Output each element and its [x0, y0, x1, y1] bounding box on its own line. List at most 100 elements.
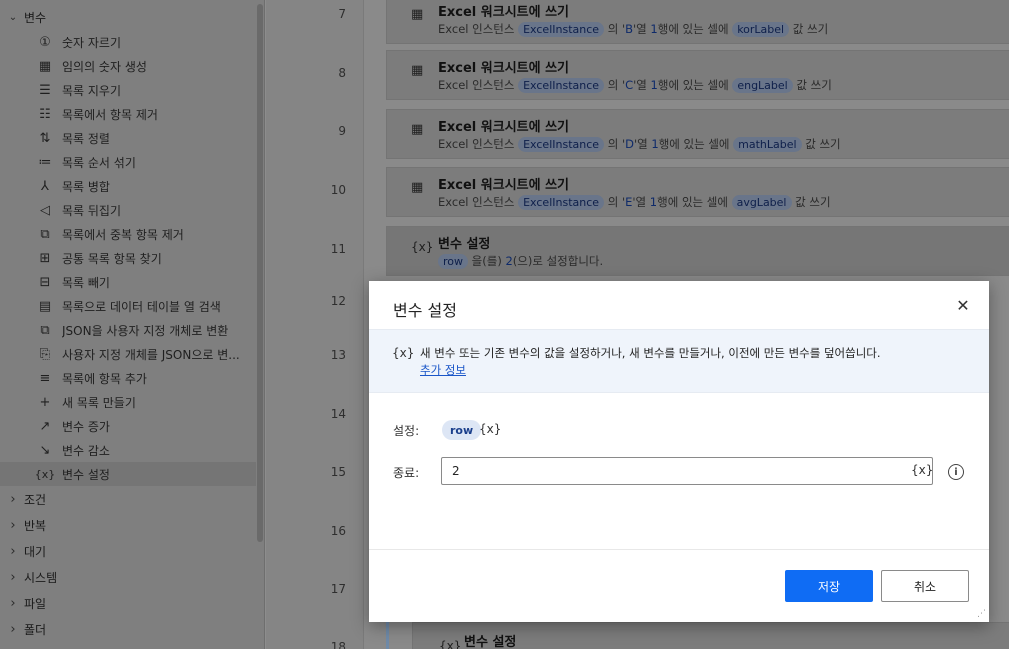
flow-step-excel-write[interactable]: ▦ Excel 워크시트에 쓰기 Excel 인스턴스 ExcelInstance … [386, 0, 1009, 44]
excel-icon: ▦ [411, 7, 424, 22]
value-label: 종료: [393, 466, 420, 480]
chevron-right-icon: › [10, 543, 16, 559]
action-item-label: 목록에 항목 추가 [62, 371, 147, 386]
chevron-right-icon: › [10, 621, 16, 637]
decrease-icon: ↘ [39, 442, 51, 458]
action-item[interactable]: + 새 목록 만들기 [0, 390, 256, 414]
action-item[interactable]: ⅄ 목록 병합 [0, 174, 256, 198]
chevron-right-icon: › [10, 595, 16, 611]
close-button[interactable]: ✕ [953, 295, 973, 315]
category-item[interactable]: › 반복 [0, 514, 46, 536]
line-number: 13 [330, 348, 346, 362]
variable-pill: korLabel [732, 22, 790, 37]
footer-divider [369, 549, 989, 550]
variable-pill: avgLabel [731, 195, 792, 210]
chevron-right-icon: › [10, 491, 16, 507]
instance-pill: ExcelInstance [518, 78, 605, 93]
variable-pill: mathLabel [733, 137, 802, 152]
category-item[interactable]: › 시스템 [0, 566, 57, 588]
action-item[interactable]: ⇅ 목록 정렬 [0, 126, 256, 150]
step-description: row 을(를) 2(으)로 설정합니다. [438, 253, 603, 269]
variable-icon: {x} [392, 346, 415, 360]
instance-pill: ExcelInstance [518, 137, 605, 152]
category-label: 대기 [24, 544, 47, 559]
variable-picker-icon[interactable]: {x} [911, 463, 933, 477]
line-number: 12 [330, 294, 346, 308]
value-input[interactable] [441, 457, 933, 485]
category-item[interactable]: › 폴더 [0, 618, 46, 640]
action-item-label: 임의의 숫자 생성 [62, 59, 147, 74]
list-remove-icon: ☷ [39, 106, 51, 122]
number-circle-icon: ① [39, 34, 51, 50]
table-column-icon: ▤ [38, 298, 52, 314]
flow-rail [386, 620, 389, 649]
category-label: 시스템 [24, 570, 58, 585]
excel-icon: ▦ [411, 63, 424, 78]
flow-step-excel-write[interactable]: ▦ Excel 워크시트에 쓰기 Excel 인스턴스 ExcelInstance … [386, 167, 1009, 217]
flow-step-set-variable[interactable]: {x} 변수 설정 row 을(를) 2(으)로 설정합니다. [386, 226, 1009, 276]
close-icon: ✕ [956, 295, 970, 315]
step-description: Excel 인스턴스 ExcelInstance 의 'B'열 1행에 있는 셀… [438, 22, 829, 37]
action-item[interactable]: ⎘ 사용자 지정 개체를 JSON으로 변... [0, 342, 256, 366]
flow-step-excel-write[interactable]: ▦ Excel 워크시트에 쓰기 Excel 인스턴스 ExcelInstance … [386, 50, 1009, 100]
variable-icon[interactable]: {x} [479, 422, 501, 436]
save-button[interactable]: 저장 [785, 570, 873, 602]
set-variable-dialog: 변수 설정 ✕ {x} 새 변수 또는 기존 변수의 값을 설정하거나, 새 변… [369, 281, 989, 622]
action-item[interactable]: {x} 변수 설정 [0, 462, 256, 486]
variable-icon: {x} [439, 639, 462, 649]
line-number: 8 [338, 66, 346, 80]
line-number: 14 [330, 407, 346, 421]
subtract-list-icon: ⊟ [39, 274, 51, 290]
action-item[interactable]: ① 숫자 자르기 [0, 30, 256, 54]
reverse-icon: ◁ [40, 202, 50, 218]
category-variables[interactable]: ⌄ 변수 [0, 6, 46, 28]
action-item[interactable]: ☰ 목록 지우기 [0, 78, 256, 102]
action-item-label: 변수 감소 [62, 443, 110, 458]
dialog-title: 변수 설정 [393, 301, 457, 320]
category-item[interactable]: › 파일 [0, 592, 46, 614]
instance-pill: ExcelInstance [518, 22, 605, 37]
shuffle-icon: ≔ [38, 154, 52, 170]
step-title: Excel 워크시트에 쓰기 [438, 178, 570, 193]
more-info-link[interactable]: 추가 정보 [420, 362, 466, 378]
action-item[interactable]: ☷ 목록에서 항목 제거 [0, 102, 256, 126]
line-number: 15 [330, 465, 346, 479]
action-item[interactable]: ◁ 목록 뒤집기 [0, 198, 256, 222]
line-number: 10 [330, 183, 346, 197]
category-item[interactable]: › 대기 [0, 540, 46, 562]
plus-icon: + [39, 394, 51, 410]
merge-icon: ⅄ [41, 178, 49, 194]
action-item[interactable]: ⧉ 목록에서 중복 항목 제거 [0, 222, 256, 246]
action-item[interactable]: ⊟ 목록 빼기 [0, 270, 256, 294]
excel-icon: ▦ [411, 122, 424, 137]
cancel-button[interactable]: 취소 [881, 570, 969, 602]
scrollbar[interactable] [257, 4, 263, 542]
action-item[interactable]: ≔ 목록 순서 섞기 [0, 150, 256, 174]
action-item[interactable]: ▤ 목록으로 데이터 테이블 열 검색 [0, 294, 256, 318]
action-item[interactable]: ⊞ 공통 목록 항목 찾기 [0, 246, 256, 270]
action-item[interactable]: ⧉ JSON을 사용자 지정 개체로 변환 [0, 318, 256, 342]
sort-icon: ⇅ [39, 130, 51, 146]
action-item-label: 목록 빼기 [62, 275, 110, 290]
action-item[interactable]: ▦ 임의의 숫자 생성 [0, 54, 256, 78]
category-item[interactable]: › 조건 [0, 488, 46, 510]
category-label: 조건 [24, 492, 47, 507]
info-icon[interactable]: i [948, 464, 964, 480]
set-variable-pill[interactable]: row [442, 420, 482, 440]
flow-step-excel-write[interactable]: ▦ Excel 워크시트에 쓰기 Excel 인스턴스 ExcelInstance … [386, 109, 1009, 159]
excel-icon: ▦ [411, 180, 424, 195]
common-items-icon: ⊞ [39, 250, 51, 266]
flow-step-set-variable-bottom[interactable]: {x} 변수 설정 [412, 622, 1009, 649]
action-item[interactable]: ↗ 변수 증가 [0, 414, 256, 438]
action-item[interactable]: ↘ 변수 감소 [0, 438, 256, 462]
action-item-label: 새 목록 만들기 [62, 395, 136, 410]
chevron-down-icon: ⌄ [8, 11, 18, 23]
action-item[interactable]: ≡ 목록에 항목 추가 [0, 366, 256, 390]
line-number: 9 [338, 124, 346, 138]
json-file-icon: ⎘ [39, 346, 51, 362]
action-item-label: 목록에서 항목 제거 [62, 107, 158, 122]
action-item-label: 변수 증가 [62, 419, 110, 434]
resize-grip-icon[interactable]: ⋰ [977, 610, 987, 620]
category-label: 반복 [24, 518, 47, 533]
action-item-label: 목록 정렬 [62, 131, 110, 146]
